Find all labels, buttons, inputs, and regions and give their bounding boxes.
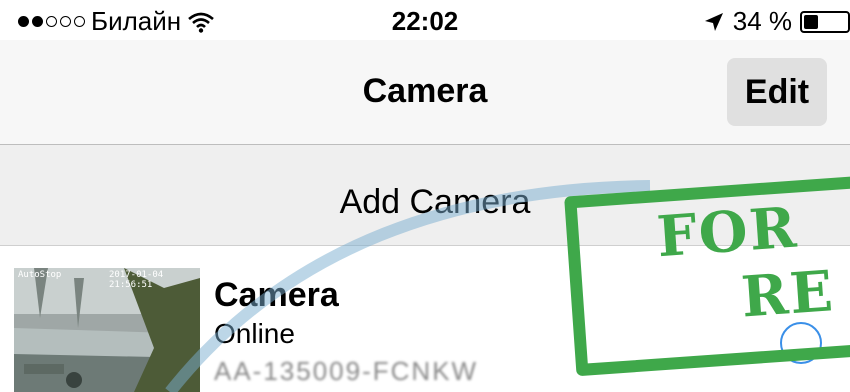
- add-camera-button[interactable]: Add Camera: [0, 145, 850, 246]
- camera-thumbnail[interactable]: AutoStop 2017-01-04 21:56:51: [14, 268, 200, 392]
- edit-button[interactable]: Edit: [727, 58, 827, 126]
- battery-percent: 34 %: [732, 6, 792, 36]
- info-icon[interactable]: [780, 322, 822, 364]
- camera-status: Online: [214, 318, 295, 349]
- camera-list-item[interactable]: AutoStop 2017-01-04 21:56:51 Camera Onli…: [0, 246, 850, 392]
- location-arrow-icon: [704, 12, 723, 31]
- battery-icon: [800, 10, 850, 33]
- page-title: Camera: [362, 72, 488, 110]
- thumbnail-watermark: AutoStop: [18, 270, 62, 280]
- status-right-group: 34 %: [703, 6, 850, 37]
- camera-name: Camera: [214, 276, 339, 314]
- add-camera-label: Add Camera: [339, 183, 531, 221]
- status-bar: Билайн 22:02 34 %: [0, 0, 850, 40]
- thumbnail-timestamp: 2017-01-04 21:56:51: [109, 270, 164, 290]
- camera-id: AA-135009-FCNKW: [214, 356, 479, 386]
- navigation-bar: Camera Edit: [0, 40, 850, 145]
